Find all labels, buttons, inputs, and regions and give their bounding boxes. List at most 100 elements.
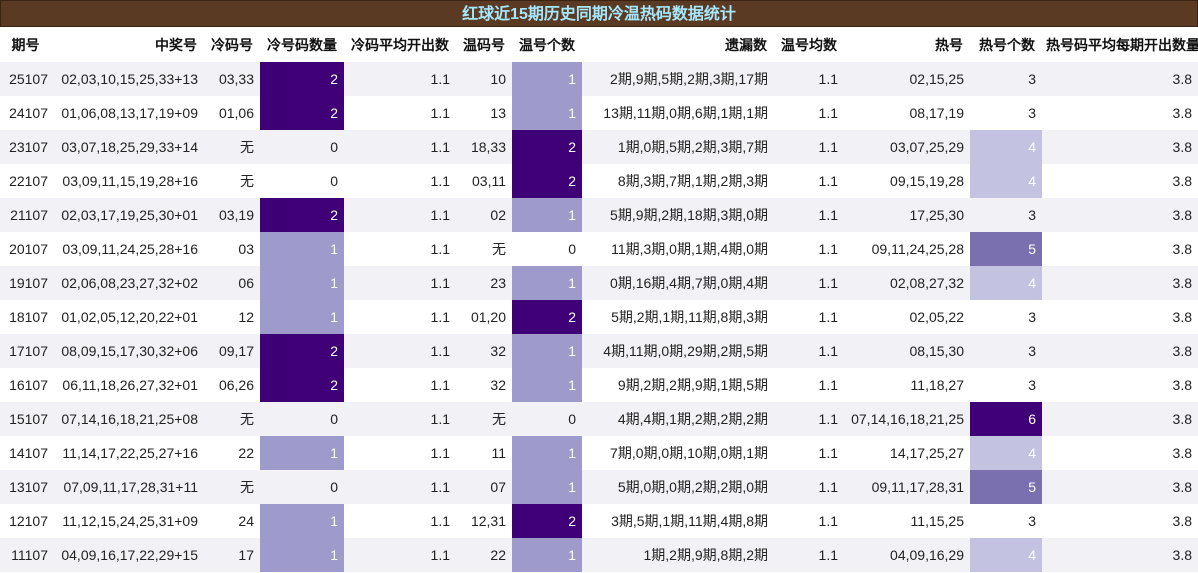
- cell-hot-count: 4: [970, 436, 1042, 470]
- cell-issue: 15107: [0, 402, 54, 436]
- cell-numbers: 02,03,10,15,25,33+13: [54, 62, 204, 96]
- cell-cold: 03,33: [204, 62, 260, 96]
- col-header-cold[interactable]: 冷码号: [204, 27, 260, 62]
- cell-cold-avg: 1.1: [344, 368, 456, 402]
- cell-cold: 06: [204, 266, 260, 300]
- table-row[interactable]: 15107 07,14,16,18,21,25+08 无 0 1.1 无 0 4期,4期,1期…: [0, 402, 1198, 436]
- cell-warm: 13: [456, 96, 512, 130]
- cell-hot-count: 4: [970, 266, 1042, 300]
- cell-hot-avg: 3.8: [1042, 130, 1198, 164]
- cell-warm-avg: 1.1: [774, 470, 844, 504]
- table-row[interactable]: 24107 01,06,08,13,17,19+09 01,06 2 1.1 13 1 13期…: [0, 96, 1198, 130]
- cell-cold-avg: 1.1: [344, 436, 456, 470]
- table-row[interactable]: 18107 01,02,05,12,20,22+01 12 1 1.1 01,20 2 5期,…: [0, 300, 1198, 334]
- cell-cold-count: 0: [260, 164, 344, 198]
- cell-numbers: 11,14,17,22,25,27+16: [54, 436, 204, 470]
- table-row[interactable]: 23107 03,07,18,25,29,33+14 无 0 1.1 18,33 2 1期,0…: [0, 130, 1198, 164]
- cell-cold-avg: 1.1: [344, 96, 456, 130]
- cell-warm-avg: 1.1: [774, 130, 844, 164]
- cell-numbers: 03,09,11,15,19,28+16: [54, 164, 204, 198]
- table-row[interactable]: 11107 04,09,16,17,22,29+15 17 1 1.1 22 1 1期,2期,…: [0, 538, 1198, 572]
- cell-hot-avg: 3.8: [1042, 300, 1198, 334]
- cell-cold-count: 2: [260, 62, 344, 96]
- cell-warm-count: 0: [512, 232, 582, 266]
- cell-hot-avg: 3.8: [1042, 62, 1198, 96]
- cell-numbers: 06,11,18,26,27,32+01: [54, 368, 204, 402]
- cell-issue: 13107: [0, 470, 54, 504]
- col-header-hot-count[interactable]: 热号个数: [970, 27, 1042, 62]
- cell-cold-count: 1: [260, 266, 344, 300]
- cell-warm: 03,11: [456, 164, 512, 198]
- cell-cold-count: 1: [260, 504, 344, 538]
- cell-hot: 08,15,30: [844, 334, 970, 368]
- col-header-hot[interactable]: 热号: [844, 27, 970, 62]
- cell-cold: 无: [204, 164, 260, 198]
- cell-hot-count: 3: [970, 62, 1042, 96]
- cell-issue: 16107: [0, 368, 54, 402]
- table-row[interactable]: 19107 02,06,08,23,27,32+02 06 1 1.1 23 1 0期,16期…: [0, 266, 1198, 300]
- cell-issue: 11107: [0, 538, 54, 572]
- table-row[interactable]: 25107 02,03,10,15,25,33+13 03,33 2 1.1 10 1 2期,…: [0, 62, 1198, 96]
- cell-miss: 7期,0期,0期,10期,0期,1期: [582, 436, 774, 470]
- col-header-numbers[interactable]: 中奖号: [54, 27, 204, 62]
- col-header-issue[interactable]: 期号: [0, 27, 54, 62]
- cell-issue: 24107: [0, 96, 54, 130]
- col-header-cold-avg[interactable]: 冷码平均开出数: [344, 27, 456, 62]
- cell-warm-avg: 1.1: [774, 164, 844, 198]
- cell-cold-avg: 1.1: [344, 198, 456, 232]
- cell-hot: 04,09,16,29: [844, 538, 970, 572]
- table-row[interactable]: 20107 03,09,11,24,25,28+16 03 1 1.1 无 0 11期,3期,…: [0, 232, 1198, 266]
- table-row[interactable]: 12107 11,12,15,24,25,31+09 24 1 1.1 12,31 2 3期,…: [0, 504, 1198, 538]
- cell-cold: 12: [204, 300, 260, 334]
- cell-cold-count: 0: [260, 130, 344, 164]
- cell-warm: 11: [456, 436, 512, 470]
- cell-cold-count: 1: [260, 436, 344, 470]
- table-row[interactable]: 22107 03,09,11,15,19,28+16 无 0 1.1 03,11 2 8期,3…: [0, 164, 1198, 198]
- cell-cold-avg: 1.1: [344, 164, 456, 198]
- cell-warm-count: 2: [512, 130, 582, 164]
- cell-miss: 11期,3期,0期,1期,4期,0期: [582, 232, 774, 266]
- cell-cold-count: 1: [260, 300, 344, 334]
- cell-warm-count: 1: [512, 538, 582, 572]
- cell-cold-count: 1: [260, 538, 344, 572]
- cell-hot-avg: 3.8: [1042, 538, 1198, 572]
- cell-miss: 1期,0期,5期,2期,3期,7期: [582, 130, 774, 164]
- col-header-warm-avg[interactable]: 温号均数: [774, 27, 844, 62]
- cell-numbers: 07,14,16,18,21,25+08: [54, 402, 204, 436]
- table-row[interactable]: 13107 07,09,11,17,28,31+11 无 0 1.1 07 1 5期,0期,0…: [0, 470, 1198, 504]
- cell-hot: 02,08,27,32: [844, 266, 970, 300]
- table-row[interactable]: 17107 08,09,15,17,30,32+06 09,17 2 1.1 32 1 4期,…: [0, 334, 1198, 368]
- cell-issue: 25107: [0, 62, 54, 96]
- cell-hot: 09,15,19,28: [844, 164, 970, 198]
- col-header-cold-count[interactable]: 冷号码数量: [260, 27, 344, 62]
- cell-warm-avg: 1.1: [774, 368, 844, 402]
- col-header-miss[interactable]: 遗漏数: [582, 27, 774, 62]
- cell-cold-count: 2: [260, 334, 344, 368]
- table-title: 红球近15期历史同期冷温热码数据统计: [0, 0, 1198, 27]
- col-header-warm-count[interactable]: 温号个数: [512, 27, 582, 62]
- cell-miss: 5期,9期,2期,18期,3期,0期: [582, 198, 774, 232]
- cell-hot-avg: 3.8: [1042, 470, 1198, 504]
- cell-cold: 06,26: [204, 368, 260, 402]
- cell-numbers: 02,03,17,19,25,30+01: [54, 198, 204, 232]
- cell-hot-count: 3: [970, 504, 1042, 538]
- cell-issue: 22107: [0, 164, 54, 198]
- cell-numbers: 01,06,08,13,17,19+09: [54, 96, 204, 130]
- cell-warm-avg: 1.1: [774, 538, 844, 572]
- col-header-warm[interactable]: 温码号: [456, 27, 512, 62]
- cell-cold: 22: [204, 436, 260, 470]
- cell-cold: 24: [204, 504, 260, 538]
- cell-issue: 19107: [0, 266, 54, 300]
- table-row[interactable]: 16107 06,11,18,26,27,32+01 06,26 2 1.1 32 1 9期,…: [0, 368, 1198, 402]
- table-row[interactable]: 21107 02,03,17,19,25,30+01 03,19 2 1.1 02 1 5期,…: [0, 198, 1198, 232]
- cell-hot-count: 3: [970, 300, 1042, 334]
- cell-miss: 2期,9期,5期,2期,3期,17期: [582, 62, 774, 96]
- table-row[interactable]: 14107 11,14,17,22,25,27+16 22 1 1.1 11 1 7期,0期,…: [0, 436, 1198, 470]
- cell-hot-count: 5: [970, 470, 1042, 504]
- cell-warm-avg: 1.1: [774, 266, 844, 300]
- cell-cold: 无: [204, 470, 260, 504]
- cell-hot-count: 4: [970, 164, 1042, 198]
- cell-hot: 02,15,25: [844, 62, 970, 96]
- col-header-hot-avg[interactable]: 热号码平均每期开出数量: [1042, 27, 1198, 62]
- cell-warm-count: 2: [512, 300, 582, 334]
